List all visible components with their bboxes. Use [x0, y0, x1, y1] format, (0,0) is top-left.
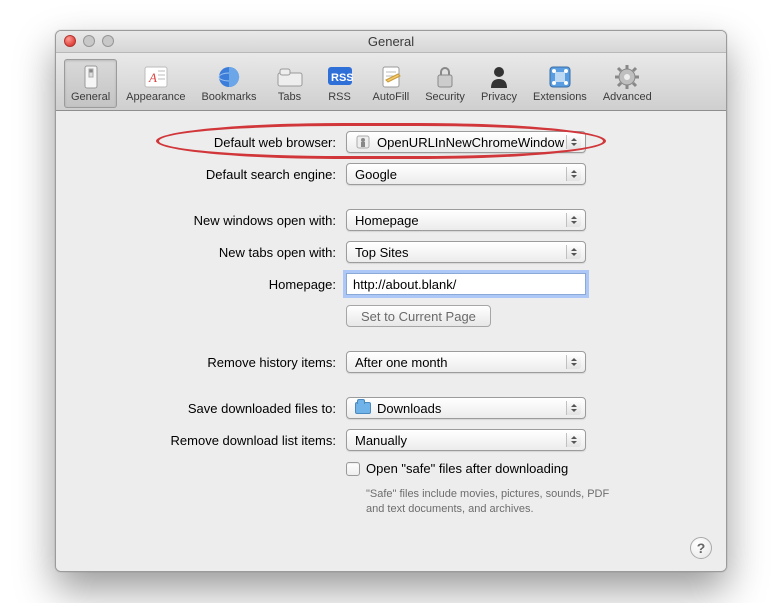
tab-tabs[interactable]: Tabs: [266, 59, 314, 108]
tab-label: Extensions: [533, 91, 587, 103]
tab-label: Privacy: [481, 91, 517, 103]
default-browser-popup[interactable]: OpenURLInNewChromeWindow: [346, 131, 586, 153]
window-title: General: [368, 34, 414, 49]
popup-value: Downloads: [377, 401, 441, 416]
tab-bookmarks[interactable]: Bookmarks: [194, 59, 263, 108]
appearance-icon: A: [141, 63, 171, 91]
folder-icon: [355, 400, 371, 416]
tab-appearance[interactable]: A Appearance: [119, 59, 192, 108]
switch-icon: [76, 63, 106, 91]
tab-label: RSS: [328, 91, 351, 103]
titlebar: General: [56, 31, 726, 53]
safe-files-note: "Safe" files include movies, pictures, s…: [366, 487, 626, 517]
tab-label: Bookmarks: [201, 91, 256, 103]
general-pane: Default web browser: OpenURLInNewChromeW…: [56, 111, 726, 571]
zoom-button[interactable]: [102, 35, 114, 47]
preferences-toolbar: General A Appearance Bookmarks Tabs RSS …: [56, 53, 726, 111]
homepage-field[interactable]: [346, 273, 586, 295]
app-icon: [355, 134, 371, 150]
remove-downloads-label: Remove download list items:: [86, 433, 346, 448]
close-button[interactable]: [64, 35, 76, 47]
svg-text:A: A: [148, 70, 157, 85]
minimize-button[interactable]: [83, 35, 95, 47]
traffic-lights: [64, 35, 114, 47]
tab-label: AutoFill: [373, 91, 410, 103]
tab-autofill[interactable]: AutoFill: [366, 59, 417, 108]
save-downloads-popup[interactable]: Downloads: [346, 397, 586, 419]
rss-icon: RSS: [325, 63, 355, 91]
new-tabs-label: New tabs open with:: [86, 245, 346, 260]
lock-icon: [430, 63, 460, 91]
tab-label: Tabs: [278, 91, 301, 103]
popup-value: OpenURLInNewChromeWindow: [377, 135, 564, 150]
popup-value: Homepage: [355, 213, 419, 228]
extensions-icon: [545, 63, 575, 91]
svg-text:RSS: RSS: [331, 72, 353, 84]
tab-advanced[interactable]: Advanced: [596, 59, 659, 108]
default-search-label: Default search engine:: [86, 167, 346, 182]
set-current-page-button[interactable]: Set to Current Page: [346, 305, 491, 327]
gear-icon: [612, 63, 642, 91]
popup-value: Google: [355, 167, 397, 182]
new-windows-label: New windows open with:: [86, 213, 346, 228]
tab-security[interactable]: Security: [418, 59, 472, 108]
tab-privacy[interactable]: Privacy: [474, 59, 524, 108]
preferences-window: General General A Appearance Bookmarks T…: [55, 30, 727, 572]
tab-general[interactable]: General: [64, 59, 117, 108]
help-button[interactable]: ?: [690, 537, 712, 559]
tab-label: Advanced: [603, 91, 652, 103]
homepage-label: Homepage:: [86, 277, 346, 292]
remove-history-label: Remove history items:: [86, 355, 346, 370]
new-windows-popup[interactable]: Homepage: [346, 209, 586, 231]
open-safe-files-checkbox[interactable]: [346, 462, 360, 476]
tab-label: Security: [425, 91, 465, 103]
open-safe-files-label: Open "safe" files after downloading: [366, 461, 568, 476]
tabs-icon: [275, 63, 305, 91]
popup-value: After one month: [355, 355, 448, 370]
tab-extensions[interactable]: Extensions: [526, 59, 594, 108]
remove-history-popup[interactable]: After one month: [346, 351, 586, 373]
default-browser-label: Default web browser:: [86, 135, 346, 150]
bookmarks-icon: [214, 63, 244, 91]
remove-downloads-popup[interactable]: Manually: [346, 429, 586, 451]
default-search-popup[interactable]: Google: [346, 163, 586, 185]
tab-label: Appearance: [126, 91, 185, 103]
new-tabs-popup[interactable]: Top Sites: [346, 241, 586, 263]
privacy-icon: [484, 63, 514, 91]
save-downloads-label: Save downloaded files to:: [86, 401, 346, 416]
popup-value: Manually: [355, 433, 407, 448]
popup-value: Top Sites: [355, 245, 408, 260]
autofill-icon: [376, 63, 406, 91]
tab-rss[interactable]: RSS RSS: [316, 59, 364, 108]
tab-label: General: [71, 91, 110, 103]
